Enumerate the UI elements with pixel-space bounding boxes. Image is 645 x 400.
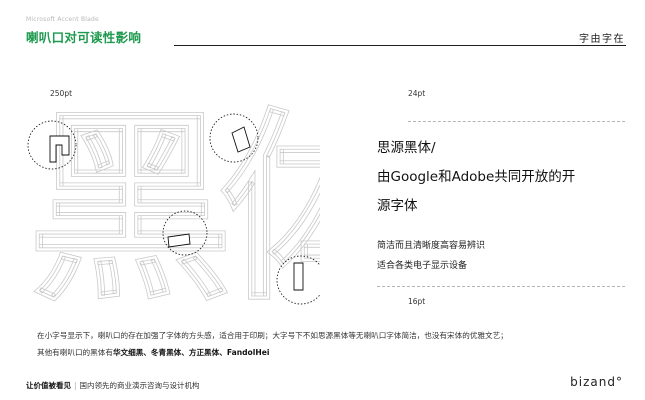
size-label-small: 16pt	[408, 297, 426, 306]
divider-dashed-top	[408, 121, 625, 122]
footer-slogan: 让价值被看见	[26, 381, 71, 390]
brand-logo: 字由字在	[579, 34, 625, 45]
footer-divider: |	[74, 381, 77, 390]
font-heading-line-2: 由Google和Adobe共同开放的开	[377, 169, 576, 185]
body-line-2-prefix: 其他有喇叭口的黑体有	[37, 348, 113, 357]
font-heading-line-1: 思源黑体/	[377, 140, 436, 156]
body-paragraph: 在小字号显示下，喇叭口的存在加强了字体的方头感，适合用于印刷；大字号下不如思源黑…	[37, 327, 637, 361]
size-label-medium: 24pt	[408, 89, 426, 98]
header-subtitle: Microsoft Accent Blade	[26, 16, 99, 23]
divider-dashed-bottom	[377, 286, 625, 287]
footer-tagline: 让价值被看见 | 国内领先的商业演示咨询与设计机构	[26, 380, 200, 391]
flared-font-list: 华文细黑、冬青黑体、方正黑体、FandolHei	[112, 348, 270, 357]
outlined-glyph: 黑体	[28, 100, 320, 320]
feature-item-1: 简洁而且清晰度高容易辨识	[377, 241, 486, 251]
footer-brand-logo: bizand°	[570, 375, 623, 389]
page-title: 喇叭口对可读性影响	[26, 30, 142, 45]
size-label-large: 250pt	[50, 89, 73, 98]
body-line-1: 在小字号显示下，喇叭口的存在加强了字体的方头感，适合用于印刷；大字号下不如思源黑…	[37, 331, 508, 340]
font-heading-line-3: 源字体	[377, 198, 418, 214]
body-line-2: 其他有喇叭口的黑体有华文细黑、冬青黑体、方正黑体、FandolHei	[37, 344, 637, 361]
font-heading: 思源黑体/ 由Google和Adobe共同开放的开 源字体	[377, 134, 637, 221]
glyph-outline-artwork: 黑体	[27, 100, 320, 320]
header-divider	[174, 45, 626, 46]
footer-description: 国内领先的商业演示咨询与设计机构	[79, 381, 200, 390]
feature-item-2: 适合各类电子显示设备	[377, 261, 468, 271]
